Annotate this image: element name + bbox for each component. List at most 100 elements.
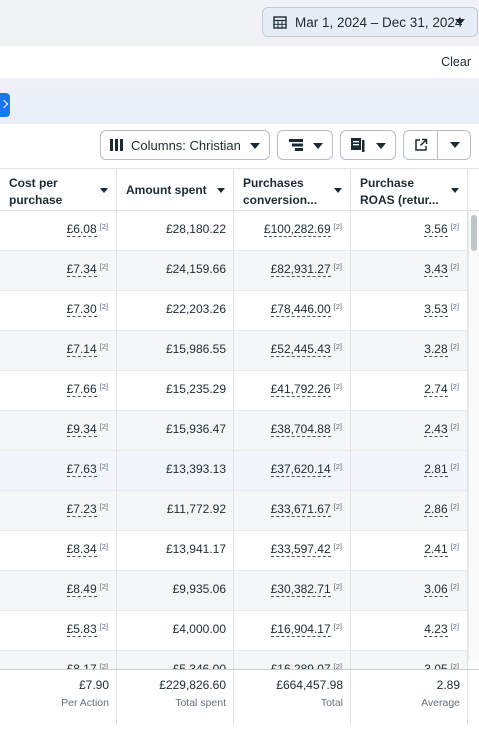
- column-header-cost-per-purchase[interactable]: Cost per purchase: [0, 169, 117, 211]
- breakdown-icon: [289, 139, 303, 151]
- cell-amount-spent: £9,935.06: [117, 571, 234, 611]
- sort-icon: [100, 188, 108, 193]
- cell-value[interactable]: £16,904.17: [270, 622, 331, 637]
- reference-mark: [2]: [99, 342, 108, 351]
- reference-mark: [2]: [450, 302, 459, 311]
- cell-value: £11,772.92: [166, 502, 226, 516]
- cell-value: £22,203.26: [165, 302, 226, 316]
- cell-purchases-conversion: £16,904.17 [2]: [234, 611, 351, 651]
- clear-filters-button[interactable]: Clear: [441, 55, 471, 69]
- column-header-amount-spent[interactable]: Amount spent: [117, 169, 234, 211]
- table-row[interactable]: £6.08 [2] £28,180.22 £100,282.69 [2] 3.56 [2]: [0, 211, 468, 251]
- date-range-label: Mar 1, 2024 – Dec 31, 2024: [295, 14, 463, 30]
- cell-purchase-roas: 3.06 [2]: [351, 571, 468, 611]
- cell-purchase-roas: 3.28 [2]: [351, 331, 468, 371]
- cell-purchase-roas: 2.86 [2]: [351, 491, 468, 531]
- cell-purchases-conversion: £33,671.67 [2]: [234, 491, 351, 531]
- reference-mark: [2]: [333, 502, 342, 511]
- cell-value[interactable]: £6.08: [66, 222, 97, 237]
- cell-value[interactable]: £7.63: [66, 462, 97, 477]
- export-button[interactable]: [404, 131, 438, 159]
- cell-value[interactable]: £7.66: [66, 382, 97, 397]
- cell-value[interactable]: 3.56: [424, 222, 448, 237]
- table-row[interactable]: £7.14 [2] £15,986.55 £52,445.43 [2] 3.28 [2]: [0, 331, 468, 371]
- cell-value[interactable]: 2.81: [424, 462, 448, 477]
- cell-amount-spent: £11,772.92: [117, 491, 234, 531]
- table-row[interactable]: £9.34 [2] £15,936.47 £38,704.88 [2] 2.43 [2]: [0, 411, 468, 451]
- cell-value[interactable]: £38,704.88: [270, 422, 331, 437]
- cell-value[interactable]: 3.28: [424, 342, 448, 357]
- table-row[interactable]: £7.30 [2] £22,203.26 £78,446.00 [2] 3.53 [2]: [0, 291, 468, 331]
- cell-cost-per-purchase: £6.08 [2]: [0, 211, 117, 251]
- cell-amount-spent: £4,000.00: [117, 611, 234, 651]
- cell-value[interactable]: £33,597.42: [270, 542, 331, 557]
- cell-value[interactable]: 3.53: [424, 302, 448, 317]
- columns-button[interactable]: Columns: Christian: [100, 130, 270, 160]
- cell-value[interactable]: £30,382.71: [270, 582, 331, 597]
- report-panel: Columns: Christian Cost per purchase Amo…: [0, 124, 479, 734]
- reference-mark: [2]: [333, 582, 342, 591]
- cell-value[interactable]: 3.43: [424, 262, 448, 277]
- breakdown-button[interactable]: [277, 130, 333, 160]
- reference-mark: [2]: [333, 302, 342, 311]
- reports-button[interactable]: [340, 130, 396, 160]
- cell-value[interactable]: £8.34: [66, 542, 97, 557]
- cell-value[interactable]: £8.49: [66, 582, 97, 597]
- table-row[interactable]: £7.23 [2] £11,772.92 £33,671.67 [2] 2.86 [2]: [0, 491, 468, 531]
- cell-value[interactable]: £7.23: [66, 502, 97, 517]
- cell-value[interactable]: 4.23: [424, 622, 448, 637]
- cell-value[interactable]: £41,792.26: [270, 382, 331, 397]
- reference-mark: [2]: [99, 222, 108, 231]
- cell-value[interactable]: £78,446.00: [270, 302, 331, 317]
- table-row[interactable]: £7.66 [2] £15,235.29 £41,792.26 [2] 2.74 [2]: [0, 371, 468, 411]
- total-cell-cost: £7.90 Per Action: [0, 670, 117, 724]
- cell-value: £13,393.13: [165, 462, 226, 476]
- column-header-next[interactable]: [468, 169, 479, 211]
- reference-mark: [2]: [450, 422, 459, 431]
- cell-value[interactable]: £7.14: [66, 342, 97, 357]
- columns-icon: [110, 139, 123, 151]
- table-totals-row: £7.90 Per Action £229,826.60 Total spent…: [0, 669, 479, 734]
- reference-mark: [2]: [333, 462, 342, 471]
- cell-value[interactable]: £82,931.27: [270, 262, 331, 277]
- cell-amount-spent: £22,203.26: [117, 291, 234, 331]
- table-row[interactable]: £5.83 [2] £4,000.00 £16,904.17 [2] 4.23 [2]: [0, 611, 468, 651]
- column-header-purchases-conversion[interactable]: Purchases conversion...: [234, 169, 351, 211]
- vertical-scrollbar[interactable]: [468, 211, 479, 661]
- table-row[interactable]: £8.49 [2] £9,935.06 £30,382.71 [2] 3.06 [2]: [0, 571, 468, 611]
- cell-value[interactable]: £5.83: [66, 622, 97, 637]
- cell-purchase-roas: 3.56 [2]: [351, 211, 468, 251]
- cell-value[interactable]: £9.34: [66, 422, 97, 437]
- cell-value[interactable]: 3.06: [424, 582, 448, 597]
- export-menu-button[interactable]: [438, 131, 471, 159]
- column-header-purchase-roas[interactable]: Purchase ROAS (retur...: [351, 169, 468, 211]
- cell-value[interactable]: £7.34: [66, 262, 97, 277]
- cell-purchase-roas: 3.43 [2]: [351, 251, 468, 291]
- reference-mark: [2]: [99, 262, 108, 271]
- cell-value[interactable]: £100,282.69: [263, 222, 331, 237]
- cell-purchase-roas: 2.41 [2]: [351, 531, 468, 571]
- export-button-group: [403, 130, 471, 160]
- cell-value[interactable]: 2.41: [424, 542, 448, 557]
- cell-value[interactable]: £33,671.67: [270, 502, 331, 517]
- reference-mark: [2]: [450, 622, 459, 631]
- cell-value[interactable]: 2.86: [424, 502, 448, 517]
- table-row[interactable]: £7.63 [2] £13,393.13 £37,620.14 [2] 2.81 [2]: [0, 451, 468, 491]
- table-row[interactable]: £7.34 [2] £24,159.66 £82,931.27 [2] 3.43 [2]: [0, 251, 468, 291]
- table-row[interactable]: £8.34 [2] £13,941.17 £33,597.42 [2] 2.41 [2]: [0, 531, 468, 571]
- date-range-picker[interactable]: Mar 1, 2024 – Dec 31, 2024: [262, 7, 478, 37]
- chevron-down-icon: [455, 19, 465, 25]
- collapse-panel-button[interactable]: [0, 93, 10, 117]
- scrollbar-thumb[interactable]: [471, 215, 477, 251]
- cell-value[interactable]: 2.43: [424, 422, 448, 437]
- data-table: Cost per purchase Amount spent Purchases…: [0, 168, 479, 734]
- reference-mark: [2]: [99, 542, 108, 551]
- cell-value[interactable]: £52,445.43: [270, 342, 331, 357]
- top-bar: Mar 1, 2024 – Dec 31, 2024: [0, 0, 479, 46]
- cell-value[interactable]: £37,620.14: [270, 462, 331, 477]
- cell-value[interactable]: £7.30: [66, 302, 97, 317]
- total-cell-conversion: £664,457.98 Total: [234, 670, 351, 724]
- cell-value[interactable]: 2.74: [424, 382, 448, 397]
- filter-bar: Clear: [0, 46, 479, 78]
- total-cell-spent: £229,826.60 Total spent: [117, 670, 234, 724]
